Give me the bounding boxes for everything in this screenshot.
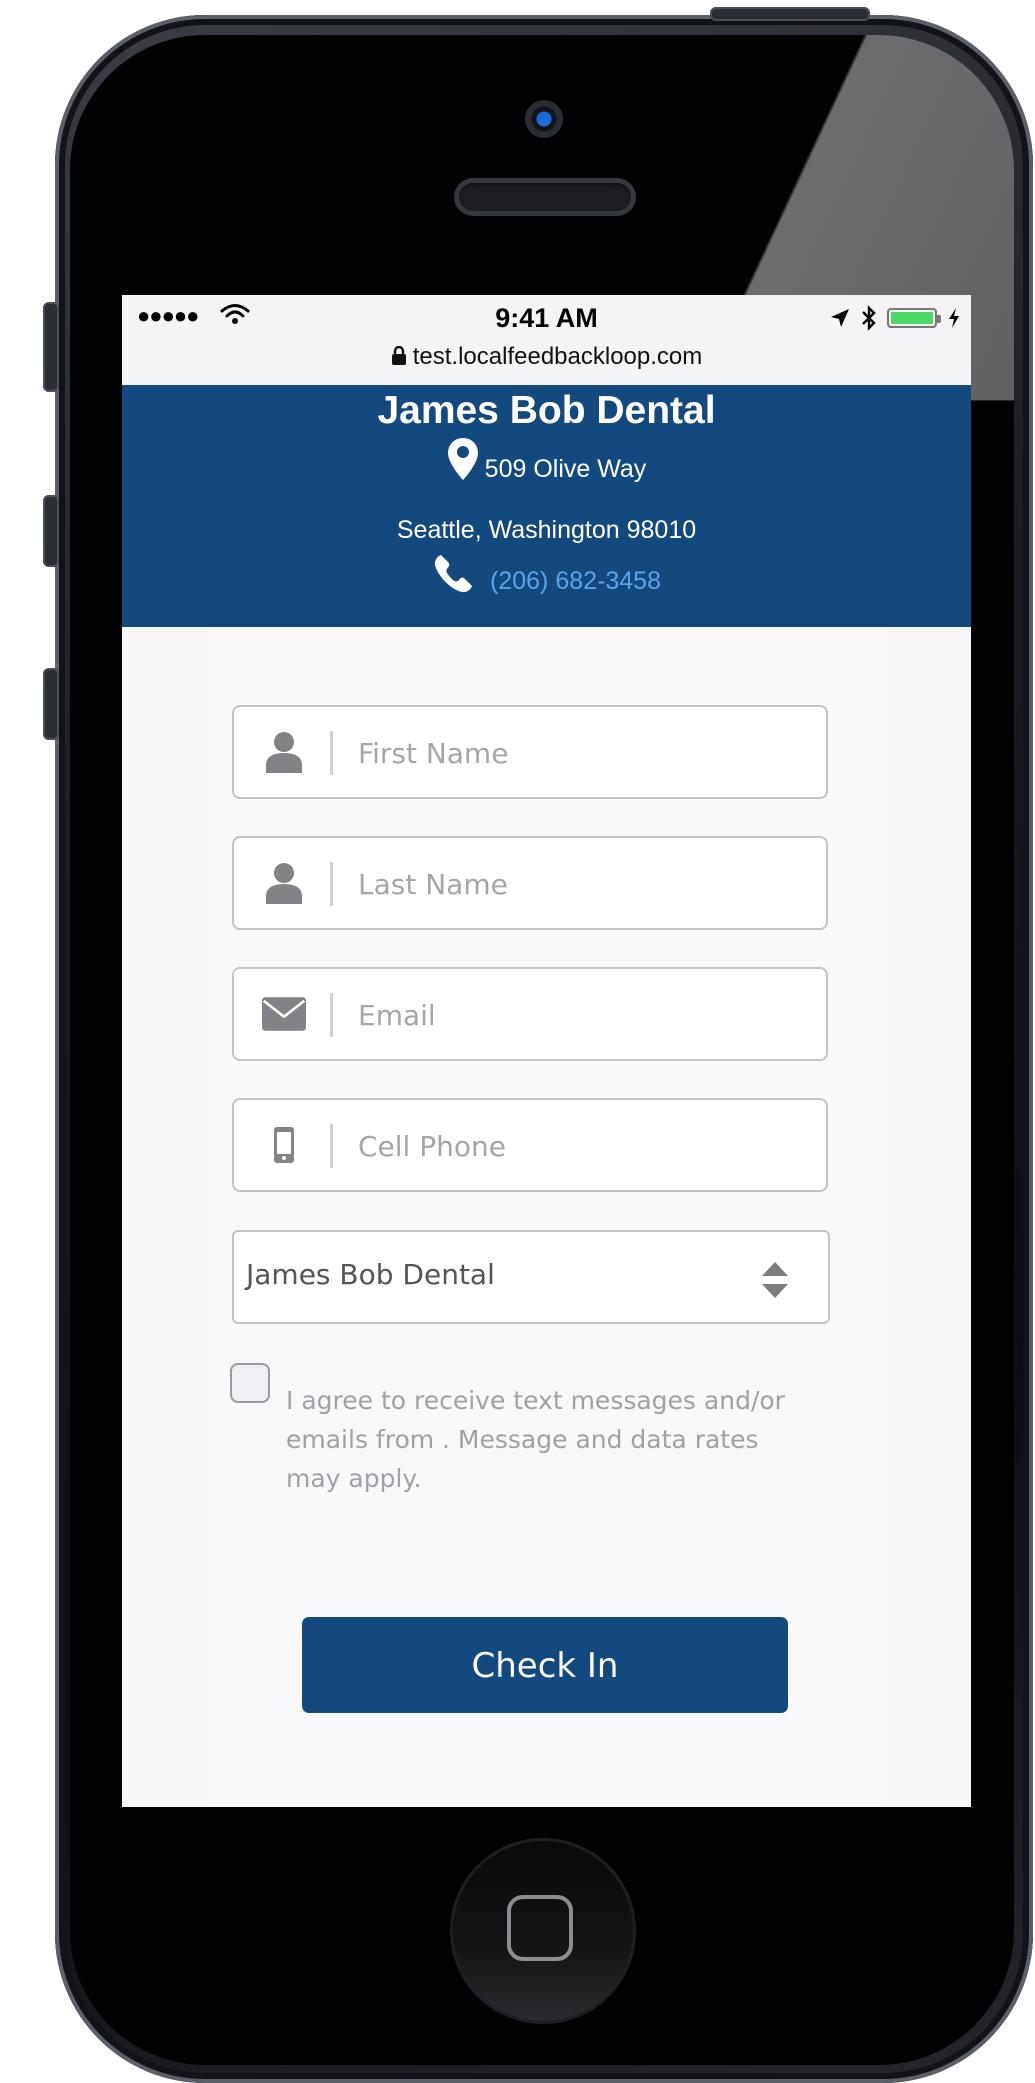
cell-phone-field[interactable] bbox=[232, 1098, 828, 1192]
phone-screen: ●●●●● 9:41 AM test.localfeedbackloop.com… bbox=[122, 295, 971, 1807]
consent-checkbox[interactable] bbox=[230, 1363, 270, 1403]
consent-text: I agree to receive text messages and/or … bbox=[286, 1386, 785, 1493]
earpiece-speaker bbox=[454, 178, 636, 216]
email-field[interactable] bbox=[232, 967, 828, 1061]
address-line-2: Seattle, Washington 98010 bbox=[396, 516, 697, 544]
page-url: test.localfeedbackloop.com bbox=[412, 343, 703, 370]
field-separator bbox=[330, 993, 333, 1037]
field-separator bbox=[330, 731, 333, 775]
email-input[interactable] bbox=[356, 969, 810, 1061]
address-line-1: 509 Olive Way bbox=[122, 437, 971, 488]
business-name: James Bob Dental bbox=[377, 389, 716, 432]
field-separator bbox=[330, 1124, 333, 1168]
status-right-icons bbox=[829, 305, 961, 331]
charging-bolt-icon bbox=[949, 308, 959, 328]
address-bar[interactable]: test.localfeedbackloop.com bbox=[122, 343, 971, 371]
user-icon bbox=[262, 861, 306, 905]
cell-phone-input[interactable] bbox=[356, 1100, 810, 1192]
volume-down-button bbox=[43, 668, 59, 740]
power-button bbox=[710, 7, 870, 21]
check-in-button[interactable]: Check In bbox=[302, 1617, 788, 1713]
address-street: 509 Olive Way bbox=[484, 455, 647, 483]
location-select[interactable]: James Bob Dental bbox=[232, 1230, 830, 1324]
select-arrows-icon bbox=[760, 1260, 790, 1305]
first-name-field[interactable] bbox=[232, 705, 828, 799]
phone-number-link[interactable]: (206) 682-3458 bbox=[490, 567, 661, 595]
lock-icon bbox=[391, 345, 406, 365]
battery-icon bbox=[887, 308, 941, 328]
envelope-icon bbox=[262, 992, 306, 1036]
front-camera bbox=[525, 100, 563, 138]
volume-up-button bbox=[43, 495, 59, 567]
status-bar: ●●●●● 9:41 AM test.localfeedbackloop.com bbox=[122, 295, 971, 385]
last-name-field[interactable] bbox=[232, 836, 828, 930]
home-square-icon bbox=[507, 1895, 573, 1961]
phone-row: (206) 682-3458 bbox=[122, 553, 971, 602]
first-name-input[interactable] bbox=[356, 707, 810, 799]
last-name-input[interactable] bbox=[356, 838, 810, 930]
map-pin-icon bbox=[447, 437, 479, 488]
battery-level-fill bbox=[891, 312, 933, 324]
battery-tip bbox=[937, 315, 941, 323]
location-arrow-icon bbox=[831, 309, 849, 327]
bluetooth-icon bbox=[862, 305, 876, 331]
user-icon bbox=[262, 730, 306, 774]
home-button[interactable] bbox=[450, 1838, 636, 2024]
mobile-phone-icon bbox=[262, 1123, 306, 1167]
location-select-value: James Bob Dental bbox=[246, 1258, 495, 1291]
business-header: James Bob Dental 509 Olive Way Seattle, … bbox=[122, 385, 971, 627]
mute-switch bbox=[43, 302, 59, 392]
phone-icon bbox=[432, 553, 474, 602]
field-separator bbox=[330, 862, 333, 906]
